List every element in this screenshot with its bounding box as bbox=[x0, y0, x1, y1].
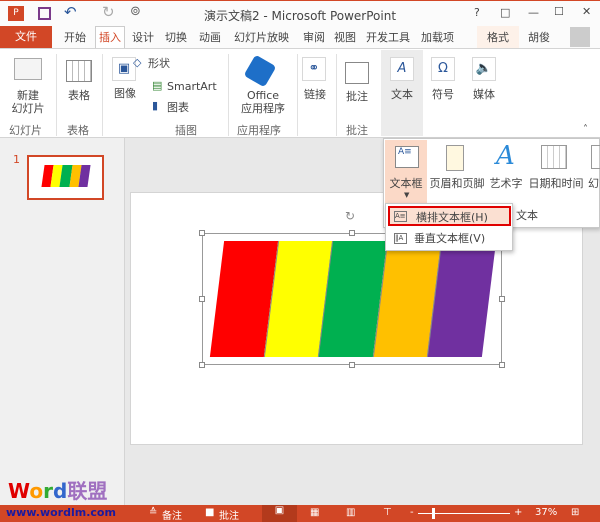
fit-slide-button[interactable]: ⊞ bbox=[571, 507, 579, 518]
notes-button[interactable]: 备注 bbox=[162, 507, 182, 522]
media-button[interactable]: 媒体 bbox=[467, 88, 501, 101]
zoom-level[interactable]: 37% bbox=[535, 507, 557, 518]
resize-handle[interactable] bbox=[499, 296, 505, 302]
close-button[interactable]: ✕ bbox=[582, 5, 591, 18]
comment-button[interactable]: 批注 bbox=[340, 90, 374, 103]
zoom-out-button[interactable]: - bbox=[410, 507, 414, 518]
new-slide-icon bbox=[14, 58, 42, 80]
thumbnail-stripes bbox=[41, 165, 91, 187]
header-footer-icon bbox=[446, 145, 464, 171]
resize-handle[interactable] bbox=[499, 362, 505, 368]
group-apps: 应用程序 bbox=[237, 124, 281, 137]
group-comments: 批注 bbox=[346, 124, 368, 137]
horizontal-textbox-icon: A≡ bbox=[394, 211, 407, 222]
tab-addins[interactable]: 加载项 bbox=[421, 29, 454, 45]
normal-view-button[interactable]: ▣ bbox=[262, 505, 297, 522]
tab-animations[interactable]: 动画 bbox=[199, 29, 221, 45]
tab-transitions[interactable]: 切换 bbox=[165, 29, 187, 45]
tab-format[interactable]: 格式 bbox=[477, 26, 519, 48]
link-button[interactable]: 链接 bbox=[298, 88, 332, 101]
tab-view[interactable]: 视图 bbox=[334, 29, 356, 45]
rotate-handle-icon[interactable]: ↻ bbox=[345, 209, 355, 223]
comment-icon bbox=[345, 62, 369, 84]
text-icon: A bbox=[390, 57, 414, 81]
shapes-button[interactable]: 形状 bbox=[148, 57, 170, 70]
resize-handle[interactable] bbox=[349, 230, 355, 236]
tab-review[interactable]: 审阅 bbox=[303, 29, 325, 45]
shapes-icon: ◇ bbox=[133, 56, 142, 69]
vertical-textbox-icon: ‖A bbox=[394, 233, 407, 244]
header-footer-button[interactable]: 页眉和页脚 bbox=[427, 177, 487, 190]
avatar[interactable] bbox=[570, 27, 590, 47]
slideshow-button[interactable]: ⊤ bbox=[383, 507, 392, 518]
office-apps-line1: Office bbox=[246, 89, 280, 102]
watermark-url: www.wordlm.com bbox=[6, 506, 116, 519]
status-bar: www.wordlm.com ≙ 备注 ■ 批注 ▣ ▦ ▥ ⊤ - + 37%… bbox=[0, 505, 600, 522]
horizontal-textbox-label: 横排文本框(H) bbox=[416, 211, 488, 224]
media-icon: 🔈 bbox=[472, 57, 496, 81]
slide-number: 1 bbox=[13, 153, 20, 166]
reading-view-button[interactable]: ▥ bbox=[346, 507, 355, 518]
dropdown-arrow-icon: ▼ bbox=[404, 191, 410, 199]
horizontal-textbox-item[interactable]: A≡ 横排文本框(H) bbox=[388, 206, 511, 226]
resize-handle[interactable] bbox=[199, 230, 205, 236]
zoom-slider-thumb[interactable] bbox=[432, 508, 435, 519]
wordart-icon: A bbox=[496, 141, 515, 171]
table-icon bbox=[66, 60, 92, 82]
wordart-button[interactable]: 艺术字 bbox=[486, 177, 526, 190]
slide-number-icon bbox=[591, 145, 600, 169]
resize-handle[interactable] bbox=[199, 362, 205, 368]
notes-icon: ≙ bbox=[149, 507, 158, 518]
group-illustrations: 插图 bbox=[175, 124, 197, 137]
textbox-icon: A≡ bbox=[395, 146, 419, 168]
group-slides: 幻灯片 bbox=[9, 124, 42, 137]
tab-insert[interactable]: 插入 bbox=[95, 26, 125, 49]
group-text: 文本 bbox=[516, 209, 538, 222]
symbol-button[interactable]: 符号 bbox=[426, 88, 460, 101]
table-button[interactable]: 表格 bbox=[62, 89, 96, 102]
ribbon-tabs: 开始 设计 切换 动画 幻灯片放映 审阅 视图 开发工具 加载项 格式 胡俊 bbox=[0, 26, 600, 48]
slide-sorter-button[interactable]: ▦ bbox=[310, 507, 319, 518]
help-button[interactable]: ? bbox=[474, 6, 480, 19]
minimize-button[interactable]: — bbox=[528, 6, 539, 19]
vertical-textbox-label: 垂直文本框(V) bbox=[414, 232, 486, 245]
color-stripes bbox=[209, 241, 497, 357]
comments-button[interactable]: 批注 bbox=[219, 507, 239, 522]
link-icon: ⚭ bbox=[302, 57, 326, 81]
resize-handle[interactable] bbox=[349, 362, 355, 368]
maximize-button[interactable]: ☐ bbox=[554, 5, 564, 18]
datetime-button[interactable]: 日期和时间 bbox=[527, 177, 585, 190]
ribbon-display-button[interactable]: □ bbox=[500, 6, 510, 19]
smartart-button[interactable]: SmartArt bbox=[167, 80, 217, 93]
chart-icon: ▮ bbox=[152, 99, 159, 112]
office-apps-line2: 应用程序 bbox=[241, 102, 285, 115]
textbox-label: 文本框 bbox=[389, 177, 423, 190]
chart-button[interactable]: 图表 bbox=[167, 101, 189, 114]
watermark-logo: Word联盟 bbox=[8, 479, 108, 503]
vertical-textbox-item[interactable]: ‖A 垂直文本框(V) bbox=[388, 229, 511, 249]
zoom-in-button[interactable]: + bbox=[514, 507, 522, 518]
image-button[interactable]: 图像 bbox=[108, 87, 142, 100]
office-apps-button[interactable]: Office 应用程序 bbox=[232, 89, 294, 115]
tab-file[interactable]: 文件 bbox=[0, 26, 52, 48]
selected-picture[interactable] bbox=[202, 233, 502, 365]
group-tables: 表格 bbox=[67, 124, 89, 137]
slide-thumbnail[interactable] bbox=[27, 155, 104, 200]
user-name[interactable]: 胡俊 bbox=[528, 29, 550, 45]
resize-handle[interactable] bbox=[199, 296, 205, 302]
tab-developer[interactable]: 开发工具 bbox=[366, 29, 410, 45]
collapse-ribbon-icon[interactable]: ˄ bbox=[583, 124, 588, 135]
smartart-icon: ▤ bbox=[152, 79, 163, 92]
textbox-dropdown-menu: A≡ 横排文本框(H) ‖A 垂直文本框(V) bbox=[385, 203, 513, 251]
symbol-icon: Ω bbox=[431, 57, 455, 81]
slide-number-button[interactable]: 幻 bbox=[588, 177, 599, 190]
tab-design[interactable]: 设计 bbox=[132, 29, 154, 45]
text-button[interactable]: 文本 bbox=[385, 88, 419, 101]
title-bar: P ↶ ↻ ⊚ 演示文稿2 - Microsoft PowerPoint ? □… bbox=[0, 0, 600, 26]
tab-home[interactable]: 开始 bbox=[64, 29, 86, 45]
tab-slideshow[interactable]: 幻灯片放映 bbox=[234, 29, 289, 45]
datetime-icon bbox=[541, 145, 567, 169]
new-slide-button[interactable]: 新建 幻灯片 bbox=[4, 89, 52, 115]
comments-icon: ■ bbox=[205, 507, 215, 518]
